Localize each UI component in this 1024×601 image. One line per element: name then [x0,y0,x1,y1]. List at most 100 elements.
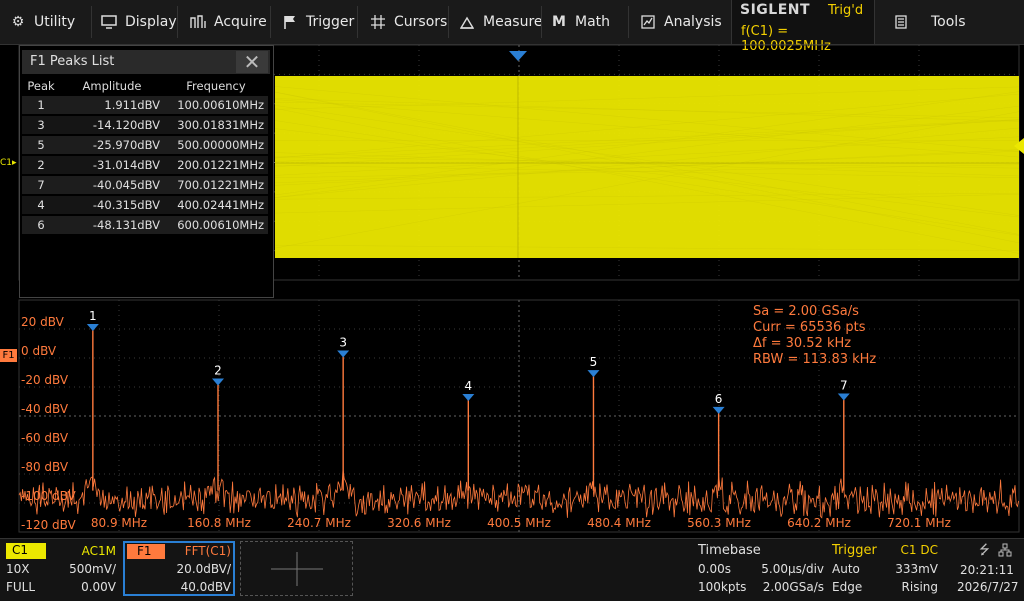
f1-source: FFT(C1) [185,544,231,558]
channel-offset-marker[interactable]: C1▸ [0,158,17,168]
peak-index: 5 [22,136,60,154]
peak-frequency: 600.00610MHz [164,216,268,234]
c1-offset: 0.00V [81,580,116,594]
peak-marker [838,394,850,401]
plus-icon [241,542,352,595]
col-amplitude: Amplitude [60,78,164,94]
x-tick-label: 400.5 MHz [487,516,551,530]
table-row[interactable]: 5-25.970dBV500.00000MHz [22,136,268,154]
timebase-title: Timebase [698,543,761,558]
peak-label: 4 [464,379,472,393]
y-tick-label: -80 dBV [21,460,69,474]
table-row[interactable]: 3-14.120dBV300.01831MHz [22,116,268,134]
x-tick-label: 80.9 MHz [91,516,147,530]
peak-marker [462,394,474,401]
x-tick-label: 320.6 MHz [387,516,451,530]
peak-label: 7 [840,379,848,393]
peak-frequency: 300.01831MHz [164,116,268,134]
peak-index: 7 [22,176,60,194]
peak-index: 6 [22,216,60,234]
add-channel-button[interactable] [240,541,353,596]
peak-amplitude: -14.120dBV [60,116,164,134]
trigger-title: Trigger [832,543,877,558]
timebase-rate: 2.00GSa/s [763,580,824,594]
marker-arrow-icon: ▸ [12,158,17,168]
peak-index: 1 [22,96,60,114]
peaks-table: Peak Amplitude Frequency 11.911dBV100.00… [22,76,268,236]
peak-amplitude: -40.045dBV [60,176,164,194]
peak-index: 3 [22,116,60,134]
system-tray: ⭍ 20:21:11 2026/7/27 [944,541,1022,596]
trigger-level: 333mV [895,562,938,576]
x-tick-label: 640.2 MHz [787,516,851,530]
usb-icon: ⭍ [979,541,990,563]
c1-coupling: AC1M [82,544,116,558]
y-tick-label: -40 dBV [21,402,69,416]
table-row[interactable]: 2-31.014dBV200.01221MHz [22,156,268,174]
trigger-position-marker[interactable] [509,51,527,61]
peak-frequency: 700.01221MHz [164,176,268,194]
trigger-mode: Auto [832,562,860,576]
c1-probe: 10X [6,562,30,576]
peak-marker [713,407,725,414]
peak-frequency: 100.00610MHz [164,96,268,114]
trigger-source: C1 DC [901,543,938,557]
peaks-list-panel: F1 Peaks List ✕ Peak Amplitude Frequency… [19,45,274,298]
peak-label: 2 [214,364,222,378]
f1-reference: 40.0dBV [181,580,231,594]
f1-name: F1 [127,544,165,559]
peak-marker [337,351,349,358]
peak-marker [212,379,224,386]
fft-marker-label: F1 [2,350,14,361]
peak-amplitude: -48.131dBV [60,216,164,234]
timebase-delay: 0.00s [698,562,731,576]
peak-marker [587,370,599,377]
y-tick-label: 20 dBV [21,315,65,329]
y-tick-label: 0 dBV [21,344,57,358]
y-tick-label: -120 dBV [21,518,77,532]
peak-label: 1 [89,309,97,323]
y-tick-label: -100 dBV [21,489,77,503]
clock-time: 20:21:11 [960,563,1014,577]
trigger-box[interactable]: Trigger C1 DC Auto 333mV Edge Rising [829,541,940,596]
y-tick-label: -20 dBV [21,373,69,387]
timebase-scale: 5.00μs/div [761,562,824,576]
timebase-box[interactable]: Timebase 0.00s 5.00μs/div 100kpts 2.00GS… [694,541,826,596]
f1-scale: 20.0dBV/ [177,562,231,576]
peak-frequency: 500.00000MHz [164,136,268,154]
table-row[interactable]: 4-40.315dBV400.02441MHz [22,196,268,214]
peak-label: 6 [715,392,723,406]
x-tick-label: 560.3 MHz [687,516,751,530]
peak-amplitude: -25.970dBV [60,136,164,154]
peak-marker [87,324,99,331]
x-tick-label: 720.1 MHz [887,516,951,530]
fft-info-sample-rate: Sa = 2.00 GSa/s [753,304,876,320]
col-frequency: Frequency [164,78,268,94]
peaks-title-bar: F1 Peaks List ✕ [22,50,270,74]
peak-amplitude: -40.315dBV [60,196,164,214]
peak-amplitude: 1.911dBV [60,96,164,114]
fft-info: Sa = 2.00 GSa/s Curr = 65536 pts Δf = 30… [753,304,876,368]
table-row[interactable]: 6-48.131dBV600.00610MHz [22,216,268,234]
col-peak: Peak [22,78,60,94]
table-row[interactable]: 11.911dBV100.00610MHz [22,96,268,114]
table-row[interactable]: 7-40.045dBV700.01221MHz [22,176,268,194]
close-button[interactable]: ✕ [236,51,268,73]
peak-index: 4 [22,196,60,214]
peak-label: 5 [590,355,598,369]
fft-info-points: Curr = 65536 pts [753,320,876,336]
clock-date: 2026/7/27 [957,580,1019,594]
fft-info-rbw: RBW = 113.83 kHz [753,352,876,368]
x-tick-label: 160.8 MHz [187,516,251,530]
fft-info-delta-f: Δf = 30.52 kHz [753,336,876,352]
status-bar: C1 AC1M 10X 500mV/ FULL 0.00V F1 FFT(C1)… [0,538,1024,601]
y-tick-label: -60 dBV [21,431,69,445]
peak-amplitude: -31.014dBV [60,156,164,174]
fft-peaks: 1234567 [87,309,850,491]
fft-offset-marker[interactable]: F1 [0,349,17,362]
trigger-slope: Rising [902,580,938,594]
c1-scale: 500mV/ [69,562,116,576]
x-tick-label: 240.7 MHz [287,516,351,530]
f1-math-box[interactable]: F1 FFT(C1) 20.0dBV/ 40.0dBV [123,541,235,596]
c1-channel-box[interactable]: C1 AC1M 10X 500mV/ FULL 0.00V [4,541,118,596]
